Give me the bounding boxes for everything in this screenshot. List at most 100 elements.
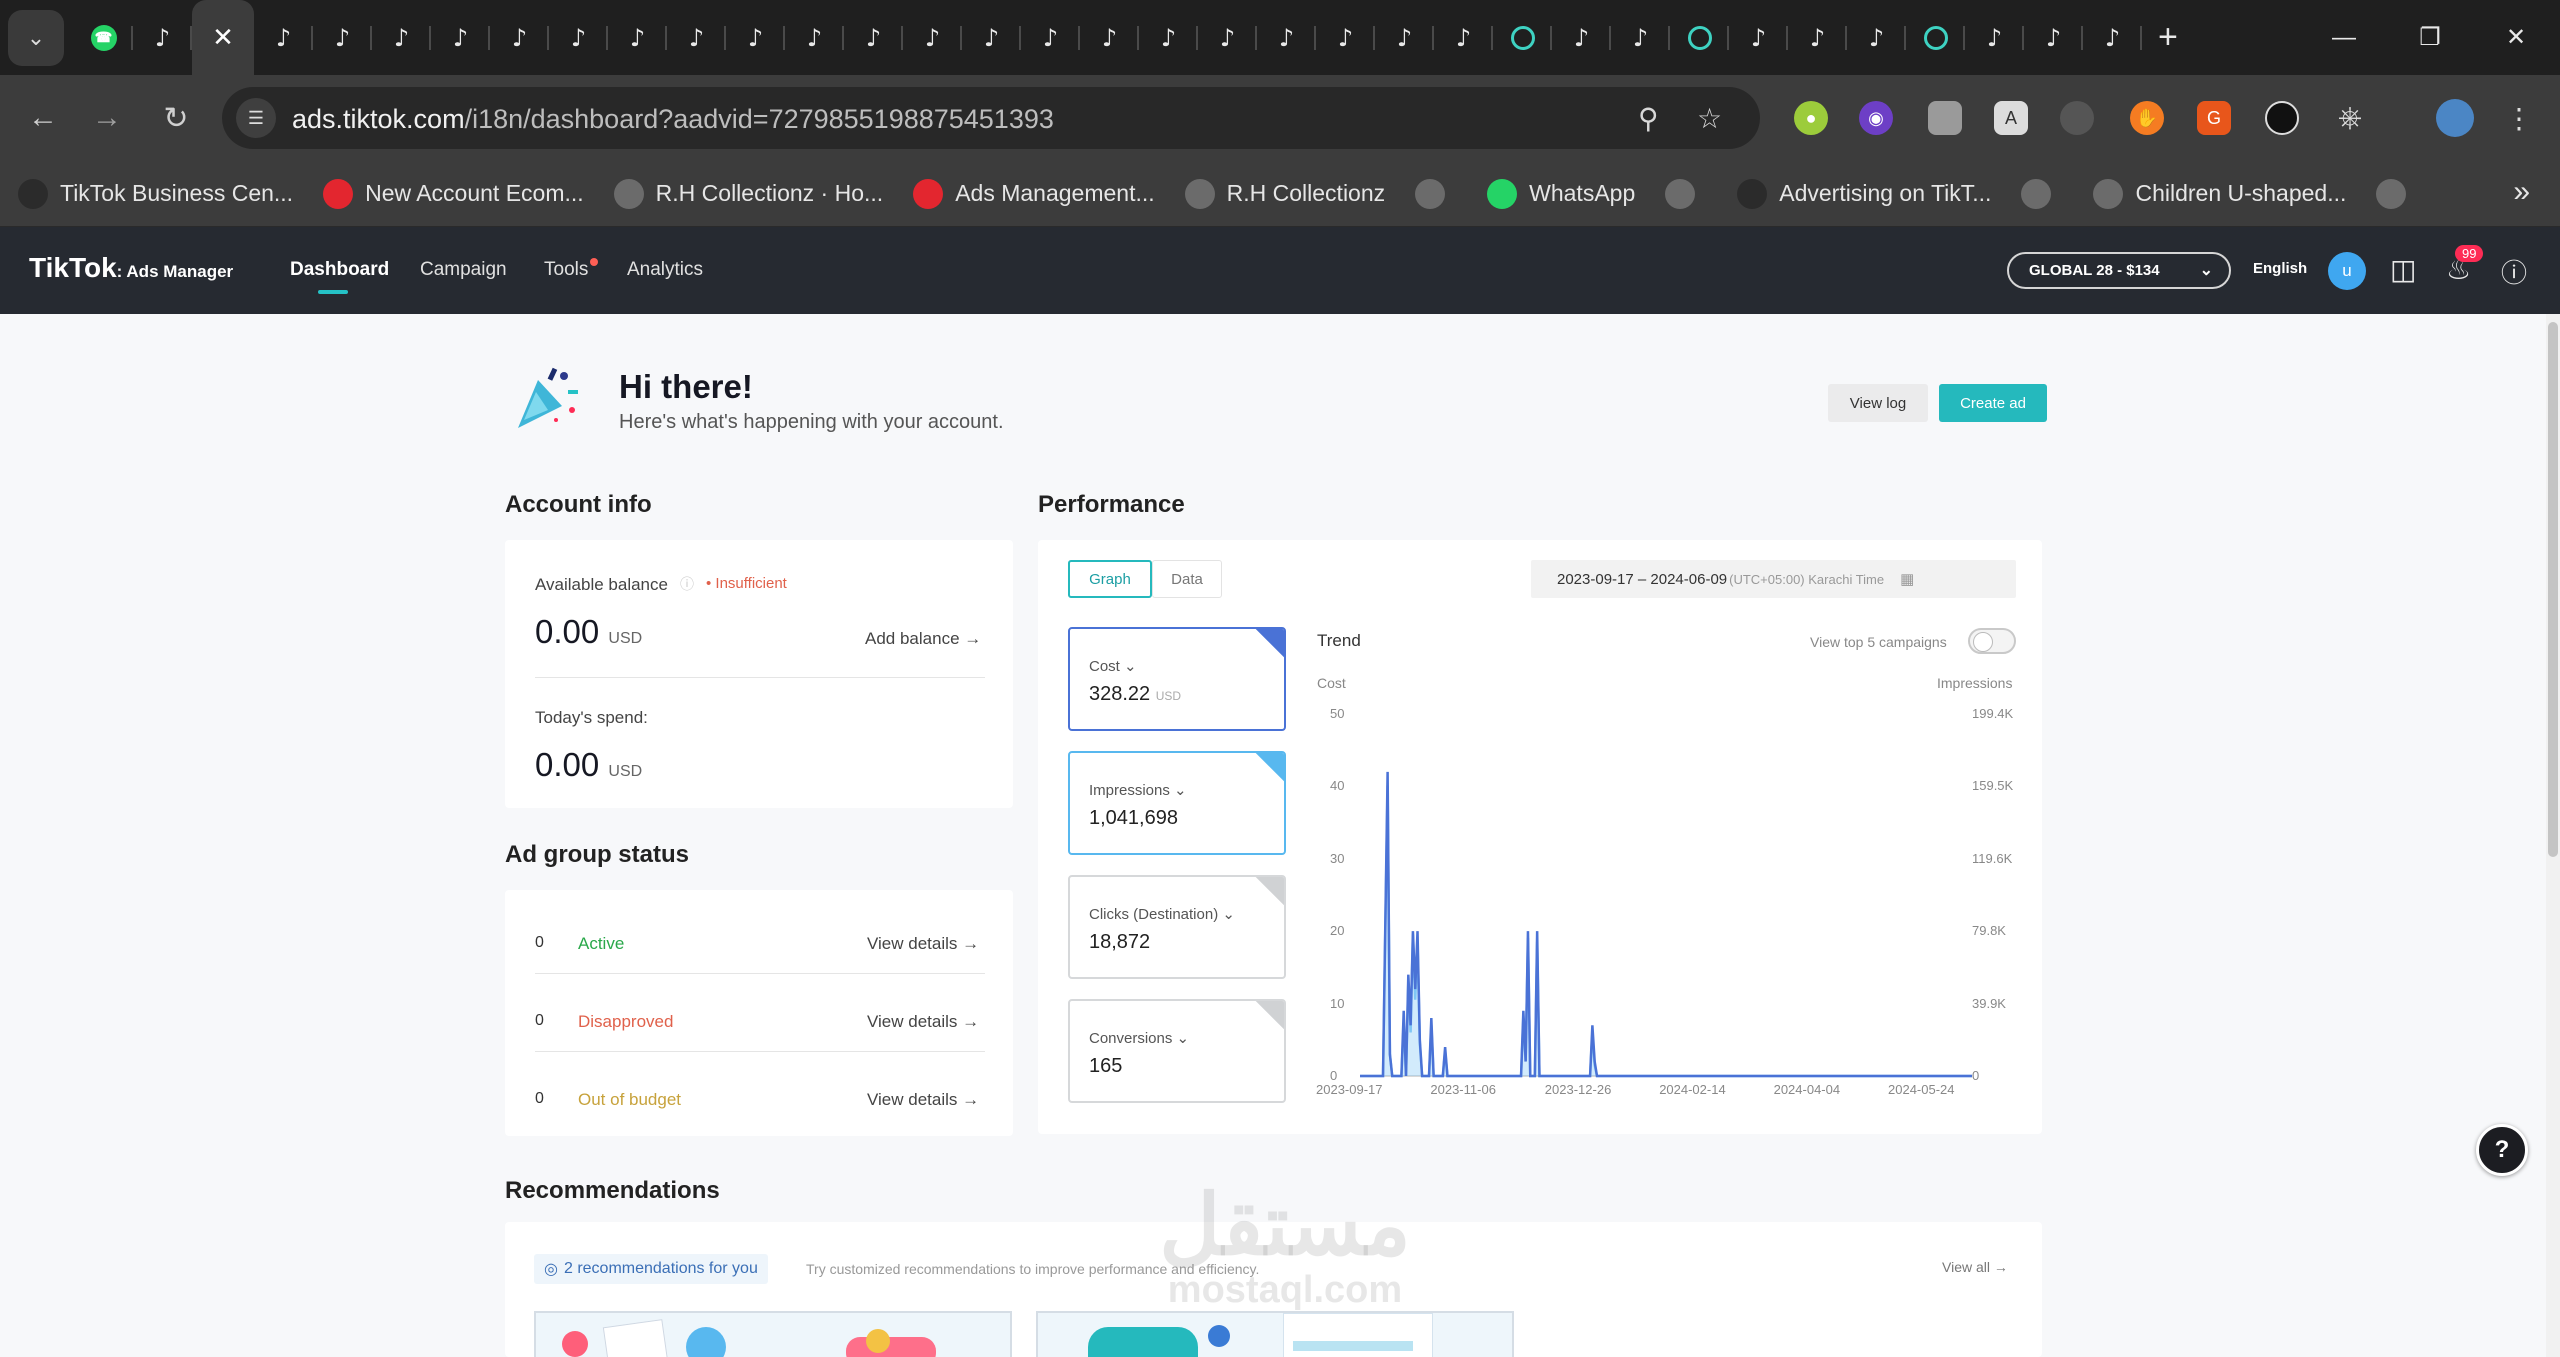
recommendation-thumbnail[interactable] bbox=[534, 1311, 1012, 1357]
browser-tab[interactable]: ♪ bbox=[431, 0, 490, 75]
browser-tab[interactable]: ♪ bbox=[1080, 0, 1139, 75]
view-details-link[interactable]: View details → bbox=[867, 1090, 979, 1110]
tab-search-button[interactable]: ⌄ bbox=[8, 9, 64, 66]
browser-tab[interactable]: ♪ bbox=[1552, 0, 1611, 75]
bookmark-star-icon[interactable]: ☆ bbox=[1697, 102, 1722, 135]
recommendation-thumbnail[interactable] bbox=[1036, 1311, 1514, 1357]
browser-tab[interactable]: ♪ bbox=[844, 0, 903, 75]
bookmarks-overflow-icon[interactable]: » bbox=[2513, 175, 2530, 209]
nav-analytics[interactable]: Analytics bbox=[627, 259, 703, 281]
url-text[interactable]: ads.tiktok.com/i18n/dashboard?aadvid=727… bbox=[292, 104, 1054, 135]
browser-tab[interactable] bbox=[1493, 0, 1552, 75]
reload-button[interactable]: ↻ bbox=[153, 95, 199, 141]
bookmark-item[interactable]: TikTok Business Cen... bbox=[18, 178, 293, 209]
close-tab-icon[interactable]: ✕ bbox=[210, 22, 236, 52]
browser-tab[interactable]: ♪ bbox=[1139, 0, 1198, 75]
browser-tab[interactable]: ♪ bbox=[1965, 0, 2024, 75]
profile-avatar-icon[interactable] bbox=[2436, 99, 2474, 137]
browser-tab[interactable]: ♪ bbox=[133, 0, 192, 75]
bookmark-item[interactable]: WhatsApp bbox=[1487, 178, 1635, 209]
restore-button[interactable]: ❐ bbox=[2386, 0, 2474, 75]
active-tab[interactable]: ✕ bbox=[192, 0, 254, 75]
browser-tab[interactable]: ♪ bbox=[2024, 0, 2083, 75]
bookmark-item[interactable]: Advertising on TikT... bbox=[1737, 178, 1991, 209]
minimize-button[interactable]: — bbox=[2300, 0, 2388, 75]
browser-tab[interactable]: ♪ bbox=[1847, 0, 1906, 75]
nav-tools[interactable]: Tools bbox=[544, 259, 588, 281]
extension-box-icon[interactable] bbox=[1928, 101, 1962, 135]
browser-tab[interactable]: ♪ bbox=[1021, 0, 1080, 75]
browser-tab[interactable] bbox=[1906, 0, 1965, 75]
extension-gw-icon[interactable]: G bbox=[2197, 101, 2231, 135]
extension-doc-icon[interactable]: A bbox=[1994, 101, 2028, 135]
bookmark-item[interactable]: R.H Collectionz bbox=[1184, 178, 1385, 209]
browser-tab[interactable]: ♪ bbox=[549, 0, 608, 75]
metric-card[interactable]: Conversions ⌄ 165 bbox=[1068, 999, 1286, 1103]
browser-tab[interactable]: ☎ bbox=[74, 0, 133, 75]
view-details-link[interactable]: View details → bbox=[867, 1012, 979, 1032]
forward-button[interactable]: → bbox=[84, 95, 130, 141]
trend-chart[interactable] bbox=[1360, 700, 1972, 1080]
view-all-link[interactable]: View all → bbox=[1942, 1259, 2008, 1275]
bookmark-item[interactable]: R.H Collectionz · Ho... bbox=[613, 178, 883, 209]
new-tab-button[interactable]: + bbox=[2158, 18, 2178, 57]
browser-tab[interactable]: ♪ bbox=[1611, 0, 1670, 75]
extensions-puzzle-icon[interactable]: ⎈ bbox=[2333, 101, 2367, 135]
view-log-button[interactable]: View log bbox=[1828, 384, 1928, 422]
browser-tab[interactable]: ♪ bbox=[2083, 0, 2142, 75]
browser-tab[interactable]: ♪ bbox=[1434, 0, 1493, 75]
bookmark-item[interactable]: New Account Ecom... bbox=[323, 178, 584, 209]
address-bar[interactable]: ☰ ads.tiktok.com/i18n/dashboard?aadvid=7… bbox=[222, 87, 1760, 149]
browser-tab[interactable]: ♪ bbox=[490, 0, 549, 75]
briefcase-icon[interactable]: ◫ bbox=[2390, 253, 2416, 286]
browser-tab[interactable]: ♪ bbox=[1316, 0, 1375, 75]
browser-tab[interactable]: ♪ bbox=[254, 0, 313, 75]
browser-tab[interactable]: ♪ bbox=[903, 0, 962, 75]
browser-tab[interactable]: ♪ bbox=[1729, 0, 1788, 75]
browser-tab[interactable]: ♪ bbox=[1788, 0, 1847, 75]
browser-tab[interactable]: ♪ bbox=[372, 0, 431, 75]
date-range-picker[interactable]: 2023-09-17 – 2024-06-09 (UTC+05:00) Kara… bbox=[1531, 560, 2016, 598]
browser-tab[interactable]: ♪ bbox=[608, 0, 667, 75]
bookmark-item[interactable] bbox=[1415, 178, 1457, 209]
browser-tab[interactable] bbox=[1670, 0, 1729, 75]
top-campaigns-toggle[interactable] bbox=[1968, 628, 2016, 654]
page-scrollbar-thumb[interactable] bbox=[2548, 322, 2558, 857]
add-balance-link[interactable]: Add balance → bbox=[865, 629, 981, 649]
browser-tab[interactable]: ♪ bbox=[785, 0, 844, 75]
recommendations-pill[interactable]: ◎ 2 recommendations for you bbox=[534, 1254, 768, 1284]
browser-tab[interactable]: ♪ bbox=[1257, 0, 1316, 75]
browser-tab[interactable]: ♪ bbox=[962, 0, 1021, 75]
user-avatar[interactable]: u bbox=[2328, 252, 2366, 290]
metric-card[interactable]: Impressions ⌄ 1,041,698 bbox=[1068, 751, 1286, 855]
extension-cloud-icon[interactable] bbox=[2060, 101, 2094, 135]
extension-bulb-icon[interactable]: ● bbox=[1794, 101, 1828, 135]
browser-tab[interactable]: ♪ bbox=[1375, 0, 1434, 75]
create-ad-button[interactable]: Create ad bbox=[1939, 384, 2047, 422]
bookmark-item[interactable] bbox=[2376, 178, 2418, 209]
bookmark-item[interactable]: Ads Management... bbox=[913, 178, 1155, 209]
view-details-link[interactable]: View details → bbox=[867, 934, 979, 954]
account-selector[interactable]: GLOBAL 28 - $134 ⌄ bbox=[2007, 252, 2231, 289]
back-button[interactable]: ← bbox=[20, 95, 66, 141]
tab-graph[interactable]: Graph bbox=[1068, 560, 1152, 598]
tiktok-logo[interactable]: TikTok: Ads Manager bbox=[29, 252, 233, 284]
bookmark-item[interactable]: Children U-shaped... bbox=[2093, 178, 2346, 209]
site-info-icon[interactable]: ☰ bbox=[236, 98, 276, 138]
close-window-button[interactable]: ✕ bbox=[2472, 0, 2560, 75]
bookmark-item[interactable] bbox=[2021, 178, 2063, 209]
bookmark-item[interactable] bbox=[1665, 178, 1707, 209]
extension-hand-icon[interactable]: ✋ bbox=[2130, 101, 2164, 135]
browser-tab[interactable]: ♪ bbox=[726, 0, 785, 75]
help-icon[interactable]: ⓘ bbox=[2501, 253, 2527, 290]
language-selector[interactable]: English bbox=[2253, 260, 2307, 277]
nav-campaign[interactable]: Campaign bbox=[420, 259, 507, 281]
zoom-icon[interactable]: ⚲ bbox=[1638, 102, 1659, 135]
tab-data[interactable]: Data bbox=[1152, 560, 1222, 598]
metric-card[interactable]: Clicks (Destination) ⌄ 18,872 bbox=[1068, 875, 1286, 979]
info-icon[interactable]: ⓘ bbox=[680, 574, 694, 594]
browser-menu-icon[interactable]: ⋮ bbox=[2502, 101, 2536, 135]
browser-tab[interactable]: ♪ bbox=[1198, 0, 1257, 75]
extension-vpn-icon[interactable] bbox=[2265, 101, 2299, 135]
browser-tab[interactable]: ♪ bbox=[667, 0, 726, 75]
